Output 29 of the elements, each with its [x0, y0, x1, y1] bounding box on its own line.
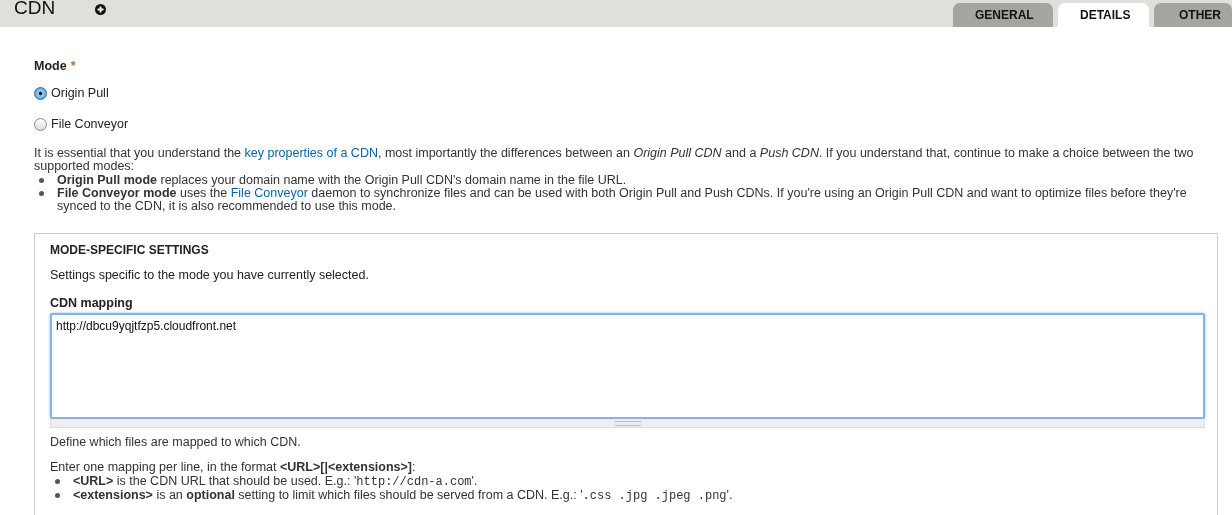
- add-icon[interactable]: [95, 4, 107, 15]
- panel-title: MODE-SPECIFIC SETTINGS: [50, 243, 210, 257]
- required-mark: *: [70, 59, 76, 73]
- list-item-text: <extensions> is an optional setting to limit which files should be served from a CDN. E.g.: '.css .jpg .jpeg .png'.: [73, 489, 733, 503]
- bullet-icon: [39, 191, 44, 196]
- radio-label[interactable]: Origin Pull: [51, 86, 109, 100]
- list-item-text: Origin Pull mode replaces your domain name with the Origin Pull CDN's domain name in the file URL.: [57, 174, 627, 187]
- tab[interactable]: GENERAL: [953, 3, 1053, 27]
- resize-handle[interactable]: [50, 419, 1205, 428]
- help-text: Define which files are mapped to which CDN.: [50, 435, 302, 449]
- list-item-text: <URL> is the CDN URL that should be used. E.g.: 'http://cdn-a.com'.: [73, 475, 478, 489]
- bullet-icon: [55, 493, 60, 498]
- bullet-icon: [39, 178, 44, 183]
- help-text: Enter one mapping per line, in the format <URL>[|<extensions>]:: [50, 461, 417, 474]
- tab[interactable]: DETAILS: [1058, 3, 1149, 27]
- link[interactable]: key properties of a CDN: [244, 146, 378, 160]
- text-area[interactable]: http://dbcu9yqjtfzp5.cloudfront.net: [50, 313, 1205, 419]
- panel-description: Settings specific to the mode you have currently selected.: [50, 268, 370, 282]
- page-title: CDN: [14, 0, 56, 20]
- bullet-icon: [55, 479, 60, 484]
- list-item-text: File Conveyor mode uses the File Conveyor daemon to synchronize files and can be used with both Origin Pull and Push CDNs. If you're using an Origin Pull CDN and want to optimize files before they're synced to the CDN, it is also recommended to use this mode.: [57, 187, 1188, 213]
- radio-button[interactable]: [34, 117, 47, 131]
- description-text: It is essential that you understand the key properties of a CDN, most importantly the differences between an Origin Pull CDN and a Push CDN. If you understand that, continue to make a choice between the two supported modes:: [34, 147, 1195, 173]
- field-label: CDN mapping: [50, 296, 134, 310]
- radio-button[interactable]: [34, 86, 47, 100]
- link[interactable]: File Conveyor: [230, 186, 308, 200]
- radio-label[interactable]: File Conveyor: [51, 117, 129, 131]
- field-label: Mode: [34, 59, 67, 73]
- tab[interactable]: OTHER: [1154, 3, 1232, 27]
